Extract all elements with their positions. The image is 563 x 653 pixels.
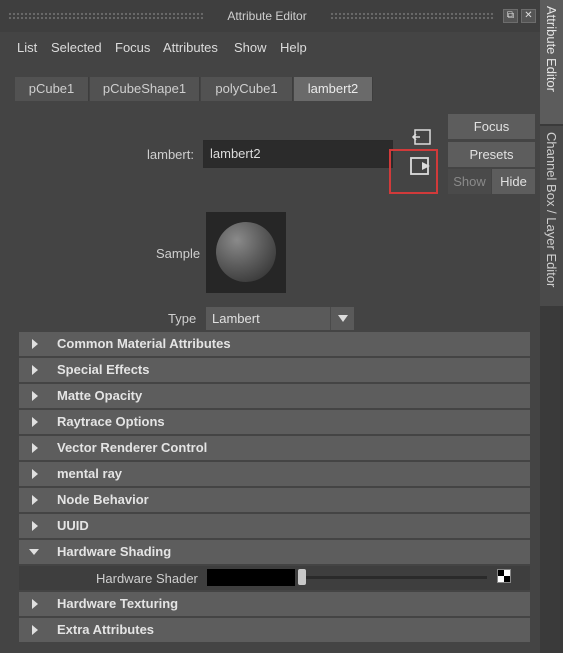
hardware-shader-label: Hardware Shader [96, 571, 198, 586]
menu-focus[interactable]: Focus [115, 40, 150, 55]
type-value: Lambert [212, 311, 260, 326]
menu-list[interactable]: List [17, 40, 37, 55]
go-to-input-icon[interactable] [410, 128, 432, 146]
tab-polycube1[interactable]: polyCube1 [201, 77, 293, 101]
menu-help[interactable]: Help [280, 40, 307, 55]
hardware-shader-color-swatch[interactable] [207, 569, 295, 586]
close-icon[interactable]: ✕ [521, 9, 536, 23]
menu-show[interactable]: Show [234, 40, 267, 55]
hardware-shader-slider-handle[interactable] [298, 569, 306, 585]
section-label: Hardware Shading [57, 544, 172, 559]
section-label: Raytrace Options [57, 414, 165, 429]
section-hardware-texturing[interactable]: Hardware Texturing [19, 592, 530, 616]
type-dropdown[interactable]: Lambert [206, 307, 354, 330]
type-label: Type [168, 311, 197, 326]
drag-grip[interactable] [330, 12, 495, 20]
dock-side-tabs: Attribute Editor Channel Box / Layer Edi… [540, 0, 563, 653]
focus-button[interactable]: Focus [448, 114, 535, 139]
section-raytrace-options[interactable]: Raytrace Options [19, 410, 530, 434]
menu-bar: List Selected Focus Attributes Show Help [0, 32, 540, 62]
tab-lambert2[interactable]: lambert2 [294, 77, 373, 101]
expand-triangle-icon [32, 443, 38, 453]
hide-button[interactable]: Hide [492, 169, 535, 194]
sample-label: Sample [156, 246, 201, 261]
side-tab-attribute-editor[interactable]: Attribute Editor [540, 0, 563, 124]
presets-button[interactable]: Presets [448, 142, 535, 167]
node-name-field[interactable]: lambert2 [203, 140, 393, 168]
section-node-behavior[interactable]: Node Behavior [19, 488, 530, 512]
hardware-shader-slider-track[interactable] [301, 576, 487, 579]
section-label: Hardware Texturing [57, 596, 179, 611]
menu-selected[interactable]: Selected [51, 40, 102, 55]
chevron-down-icon[interactable] [330, 307, 354, 330]
section-matte-opacity[interactable]: Matte Opacity [19, 384, 530, 408]
title-bar[interactable]: Attribute Editor ⧉ ✕ [0, 0, 540, 32]
section-label: Matte Opacity [57, 388, 143, 403]
section-common-material-attributes[interactable]: Common Material Attributes [19, 332, 530, 356]
tab-pcube1[interactable]: pCube1 [15, 77, 89, 101]
expand-triangle-icon [32, 599, 38, 609]
section-extra-attributes[interactable]: Extra Attributes [19, 618, 530, 642]
expand-triangle-icon [32, 365, 38, 375]
expand-triangle-icon [32, 417, 38, 427]
section-label: Common Material Attributes [57, 336, 231, 351]
expand-triangle-icon [32, 391, 38, 401]
expand-triangle-icon [32, 495, 38, 505]
side-tab-label: Attribute Editor [544, 6, 559, 92]
window-title: Attribute Editor [227, 9, 307, 23]
expand-triangle-icon [32, 469, 38, 479]
collapse-triangle-icon [29, 549, 39, 555]
expand-triangle-icon [32, 625, 38, 635]
section-label: Node Behavior [57, 492, 149, 507]
checker-map-icon[interactable] [497, 569, 511, 583]
menu-attributes[interactable]: Attributes [163, 40, 218, 55]
highlight-box [389, 149, 438, 194]
tab-pcubeshape1[interactable]: pCubeShape1 [90, 77, 200, 101]
section-label: Extra Attributes [57, 622, 155, 637]
drag-grip[interactable] [8, 12, 203, 20]
attribute-editor-panel: Attribute Editor ⧉ ✕ List Selected Focus… [0, 0, 540, 653]
section-label: mental ray [57, 466, 123, 481]
section-mental-ray[interactable]: mental ray [19, 462, 530, 486]
section-vector-renderer-control[interactable]: Vector Renderer Control [19, 436, 530, 460]
side-tab-label: Channel Box / Layer Editor [544, 132, 559, 288]
section-uuid[interactable]: UUID [19, 514, 530, 538]
section-label: Special Effects [57, 362, 150, 377]
expand-triangle-icon [32, 339, 38, 349]
section-label: UUID [57, 518, 89, 533]
float-window-icon[interactable]: ⧉ [503, 9, 518, 23]
section-label: Vector Renderer Control [57, 440, 208, 455]
material-sample-sphere [216, 222, 276, 282]
node-type-label: lambert: [147, 147, 194, 162]
hardware-shader-row: Hardware Shader [19, 566, 530, 590]
section-special-effects[interactable]: Special Effects [19, 358, 530, 382]
section-hardware-shading[interactable]: Hardware Shading [19, 540, 530, 564]
side-tab-channel-box-layer-editor[interactable]: Channel Box / Layer Editor [540, 126, 563, 306]
show-button[interactable]: Show [448, 169, 491, 194]
material-sample-swatch [206, 212, 286, 293]
expand-triangle-icon [32, 521, 38, 531]
